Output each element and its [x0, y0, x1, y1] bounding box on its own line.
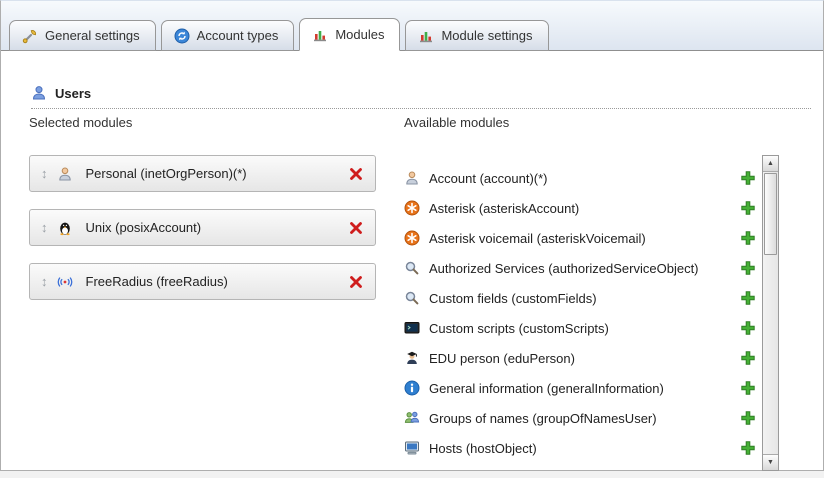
- selected-module-label: FreeRadius (freeRadius): [86, 274, 349, 289]
- available-module-row: Groups of names (groupOfNamesUser): [404, 403, 756, 433]
- asterisk-icon: [404, 230, 420, 246]
- drag-handle-icon[interactable]: ↕: [41, 275, 48, 288]
- available-module-label: General information (generalInformation): [429, 381, 740, 396]
- tab-label: Modules: [335, 27, 384, 42]
- sync-icon: [174, 28, 190, 44]
- modules-panel: Users Selected modules Available modules…: [1, 51, 823, 470]
- remove-module-button[interactable]: [348, 274, 364, 290]
- available-module-row: Custom scripts (customScripts): [404, 313, 756, 343]
- add-module-button[interactable]: [740, 290, 756, 306]
- tab-label: General settings: [45, 28, 140, 43]
- section-users-heading: Users: [31, 85, 811, 109]
- person-icon: [57, 166, 73, 182]
- available-module-label: Groups of names (groupOfNamesUser): [429, 411, 740, 426]
- available-module-label: Custom fields (customFields): [429, 291, 740, 306]
- config-window: General settings Account types Modules M…: [0, 0, 824, 471]
- bar-chart-icon: [312, 27, 328, 43]
- available-module-label: Authorized Services (authorizedServiceOb…: [429, 261, 740, 276]
- add-module-button[interactable]: [740, 320, 756, 336]
- info-icon: [404, 380, 420, 396]
- drag-handle-icon[interactable]: ↕: [41, 167, 48, 180]
- tab-label: Account types: [197, 28, 279, 43]
- drag-handle-icon[interactable]: ↕: [41, 221, 48, 234]
- available-module-label: Asterisk voicemail (asteriskVoicemail): [429, 231, 740, 246]
- available-module-row: General information (generalInformation): [404, 373, 756, 403]
- selected-modules-list: ↕ Personal (inetOrgPerson)(*) ↕ Unix (po…: [29, 155, 376, 317]
- add-module-button[interactable]: [740, 440, 756, 456]
- computer-icon: [404, 440, 420, 456]
- graduate-icon: [404, 350, 420, 366]
- tux-icon: [57, 220, 73, 236]
- remove-module-button[interactable]: [348, 220, 364, 236]
- available-module-label: Hosts (hostObject): [429, 441, 740, 456]
- available-module-row: Hosts (hostObject): [404, 433, 756, 463]
- user-icon: [31, 85, 47, 101]
- available-module-label: Custom scripts (customScripts): [429, 321, 740, 336]
- available-module-label: Account (account)(*): [429, 171, 740, 186]
- selected-module-row[interactable]: ↕ FreeRadius (freeRadius): [29, 263, 376, 300]
- add-module-button[interactable]: [740, 380, 756, 396]
- available-module-label: EDU person (eduPerson): [429, 351, 740, 366]
- tab-module-settings[interactable]: Module settings: [405, 20, 548, 51]
- magnifier-icon: [404, 260, 420, 276]
- tab-bar: General settings Account types Modules M…: [1, 1, 823, 51]
- scroll-down-button[interactable]: ▼: [763, 454, 778, 470]
- remove-module-button[interactable]: [348, 166, 364, 182]
- tab-general-settings[interactable]: General settings: [9, 20, 156, 51]
- available-module-row: Asterisk (asteriskAccount): [404, 193, 756, 223]
- group-icon: [404, 410, 420, 426]
- section-title: Users: [55, 86, 91, 101]
- tools-icon: [22, 28, 38, 44]
- person-icon: [404, 170, 420, 186]
- selected-module-row[interactable]: ↕ Unix (posixAccount): [29, 209, 376, 246]
- add-module-button[interactable]: [740, 260, 756, 276]
- antenna-icon: [57, 274, 73, 290]
- selected-modules-heading: Selected modules: [29, 115, 132, 130]
- available-module-row: Asterisk voicemail (asteriskVoicemail): [404, 223, 756, 253]
- terminal-icon: [404, 320, 420, 336]
- asterisk-icon: [404, 200, 420, 216]
- available-modules-heading: Available modules: [404, 115, 509, 130]
- tab-modules[interactable]: Modules: [299, 18, 400, 51]
- add-module-button[interactable]: [740, 350, 756, 366]
- scrollbar-thumb[interactable]: [764, 173, 777, 255]
- available-modules-list: Account (account)(*) Asterisk (asteriskA…: [404, 163, 756, 463]
- add-module-button[interactable]: [740, 170, 756, 186]
- scroll-up-button[interactable]: ▲: [763, 156, 778, 172]
- available-module-label: Asterisk (asteriskAccount): [429, 201, 740, 216]
- bar-chart-icon: [418, 28, 434, 44]
- tab-account-types[interactable]: Account types: [161, 20, 295, 51]
- selected-module-label: Personal (inetOrgPerson)(*): [86, 166, 349, 181]
- add-module-button[interactable]: [740, 200, 756, 216]
- available-module-row: EDU person (eduPerson): [404, 343, 756, 373]
- tab-label: Module settings: [441, 28, 532, 43]
- add-module-button[interactable]: [740, 410, 756, 426]
- available-module-row: Authorized Services (authorizedServiceOb…: [404, 253, 756, 283]
- selected-module-label: Unix (posixAccount): [86, 220, 349, 235]
- add-module-button[interactable]: [740, 230, 756, 246]
- magnifier-icon: [404, 290, 420, 306]
- selected-module-row[interactable]: ↕ Personal (inetOrgPerson)(*): [29, 155, 376, 192]
- available-module-row: Custom fields (customFields): [404, 283, 756, 313]
- available-module-row: Account (account)(*): [404, 163, 756, 193]
- available-modules-scrollbar[interactable]: ▲ ▼: [762, 155, 779, 471]
